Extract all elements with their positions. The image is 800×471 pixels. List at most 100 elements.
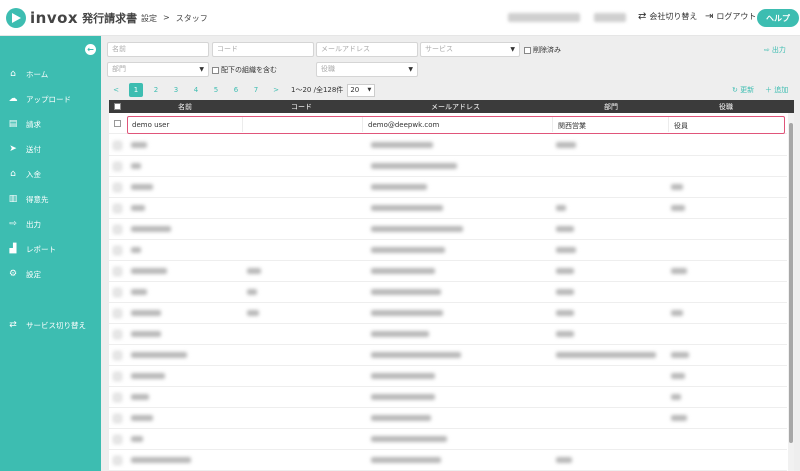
row-checkbox[interactable] (114, 247, 121, 254)
breadcrumb-parent[interactable]: 設定 (141, 13, 157, 24)
checkbox-box[interactable] (524, 46, 531, 54)
deleted-checkbox[interactable]: 削除済み (524, 45, 561, 55)
table-row[interactable] (109, 346, 787, 366)
export-label: 出力 (771, 46, 786, 54)
row-checkbox[interactable] (114, 142, 121, 149)
table-row[interactable] (109, 367, 787, 387)
sidebar: ← ⌂ ホーム ☁ アップロード ▤ 請求 ➤ 送付 ⌂ 入金 ▥ 得意先 ⇨ … (0, 36, 101, 471)
email-filter-input[interactable]: メールアドレス (316, 42, 418, 57)
sidebar-item-settings[interactable]: ⚙ 設定 (0, 264, 101, 284)
logo-subtitle: 発行請求書 (82, 12, 138, 25)
page-button-4[interactable]: 4 (189, 83, 203, 97)
row-checkbox[interactable] (114, 394, 121, 401)
row-checkbox[interactable] (114, 331, 121, 338)
row-checkbox[interactable] (114, 352, 121, 359)
column-header-role[interactable]: 役職 (719, 102, 733, 112)
column-header-code[interactable]: コード (291, 102, 312, 112)
row-checkbox[interactable] (114, 226, 121, 233)
cell-name-redacted (131, 226, 171, 232)
cloud-upload-icon: ☁ (8, 94, 18, 104)
page-button-2[interactable]: 2 (149, 83, 163, 97)
sidebar-item-report[interactable]: ▟ レポート (0, 239, 101, 259)
service-select[interactable]: サービス ▼ (420, 42, 520, 57)
collapse-sidebar-button[interactable]: ← (85, 44, 96, 55)
row-checkbox[interactable] (114, 184, 121, 191)
logout-button[interactable]: ⇥ ログアウト (705, 11, 756, 22)
role-select[interactable]: 役職 ▼ (316, 62, 418, 77)
sidebar-item-upload[interactable]: ☁ アップロード (0, 89, 101, 109)
table-row[interactable] (109, 451, 787, 471)
refresh-button[interactable]: ↻ 更新 (732, 85, 754, 95)
cell-name-redacted (131, 394, 149, 400)
help-button[interactable]: ヘルプ (757, 9, 799, 27)
sidebar-item-send[interactable]: ➤ 送付 (0, 139, 101, 159)
page-button-7[interactable]: 7 (249, 83, 263, 97)
table-row[interactable] (109, 262, 787, 282)
code-filter-input[interactable]: コード (212, 42, 314, 57)
cell-email-redacted (371, 310, 443, 316)
cell-name-redacted (131, 436, 143, 442)
row-checkbox[interactable] (114, 205, 121, 212)
scrollbar-thumb[interactable] (789, 123, 793, 443)
page-button-6[interactable]: 6 (229, 83, 243, 97)
row-checkbox[interactable] (114, 436, 121, 443)
table-row[interactable] (109, 199, 787, 219)
sidebar-item-billing[interactable]: ▤ 請求 (0, 114, 101, 134)
page-button-1[interactable]: 1 (129, 83, 143, 97)
name-filter-input[interactable]: 名前 (107, 42, 209, 57)
cell-email-redacted (371, 457, 441, 463)
table-row[interactable] (109, 430, 787, 450)
cell-code-redacted (247, 289, 257, 295)
sidebar-item-label: 入金 (26, 169, 41, 179)
table-row[interactable] (109, 283, 787, 303)
sidebar-item-payment[interactable]: ⌂ 入金 (0, 164, 101, 184)
per-page-select[interactable]: 20 ▼ (347, 83, 376, 97)
column-header-name[interactable]: 名前 (178, 102, 192, 112)
row-checkbox[interactable] (114, 310, 121, 317)
page-button-5[interactable]: 5 (209, 83, 223, 97)
app-logo[interactable]: invox 発行請求書 (6, 8, 137, 28)
row-checkbox[interactable] (114, 120, 121, 127)
checkbox-box[interactable] (212, 66, 219, 74)
row-checkbox[interactable] (114, 268, 121, 275)
add-button[interactable]: ＋ 追加 (765, 85, 788, 95)
cell-code-redacted (247, 268, 261, 274)
row-checkbox[interactable] (114, 289, 121, 296)
cell-email-redacted (371, 331, 429, 337)
export-link[interactable]: ⇨ 出力 (764, 45, 786, 55)
page-button-3[interactable]: 3 (169, 83, 183, 97)
sidebar-item-home[interactable]: ⌂ ホーム (0, 64, 101, 84)
table-row[interactable] (109, 388, 787, 408)
sidebar-item-export[interactable]: ⇨ 出力 (0, 214, 101, 234)
column-header-department[interactable]: 部門 (604, 102, 618, 112)
table-row[interactable] (109, 409, 787, 429)
row-checkbox[interactable] (114, 415, 121, 422)
table-row[interactable] (109, 178, 787, 198)
table-row[interactable] (109, 136, 787, 156)
company-name-redacted (508, 13, 580, 22)
deleted-checkbox-label: 削除済み (533, 46, 561, 54)
department-select[interactable]: 部門 ▼ (107, 62, 209, 77)
table-row[interactable] (109, 241, 787, 261)
row-checkbox[interactable] (114, 373, 121, 380)
table-row-selected[interactable]: demo user demo@deepwk.com 関西営業 役員 (127, 116, 785, 134)
switch-company-button[interactable]: ⇄ 会社切り替え (638, 11, 697, 22)
table-row[interactable] (109, 220, 787, 240)
table-row[interactable] (109, 157, 787, 177)
table-scrollbar[interactable] (788, 113, 794, 471)
cell-name-redacted (131, 373, 165, 379)
cell-name-redacted (131, 289, 147, 295)
table-row[interactable] (109, 304, 787, 324)
include-sub-org-checkbox[interactable]: 配下の組織を含む (212, 65, 277, 75)
select-all-checkbox[interactable] (114, 103, 121, 110)
row-checkbox[interactable] (114, 457, 121, 464)
sidebar-item-label: 得意先 (26, 194, 49, 204)
sidebar-item-customers[interactable]: ▥ 得意先 (0, 189, 101, 209)
sidebar-item-switch-service[interactable]: ⇄ サービス切り替え (0, 315, 101, 335)
staff-table: 名前 コード メールアドレス 部門 役職 demo user demo@deep… (109, 100, 794, 471)
prev-page-button[interactable]: < (109, 83, 123, 97)
column-header-email[interactable]: メールアドレス (431, 102, 480, 112)
table-row[interactable] (109, 325, 787, 345)
next-page-button[interactable]: > (269, 83, 283, 97)
row-checkbox[interactable] (114, 163, 121, 170)
